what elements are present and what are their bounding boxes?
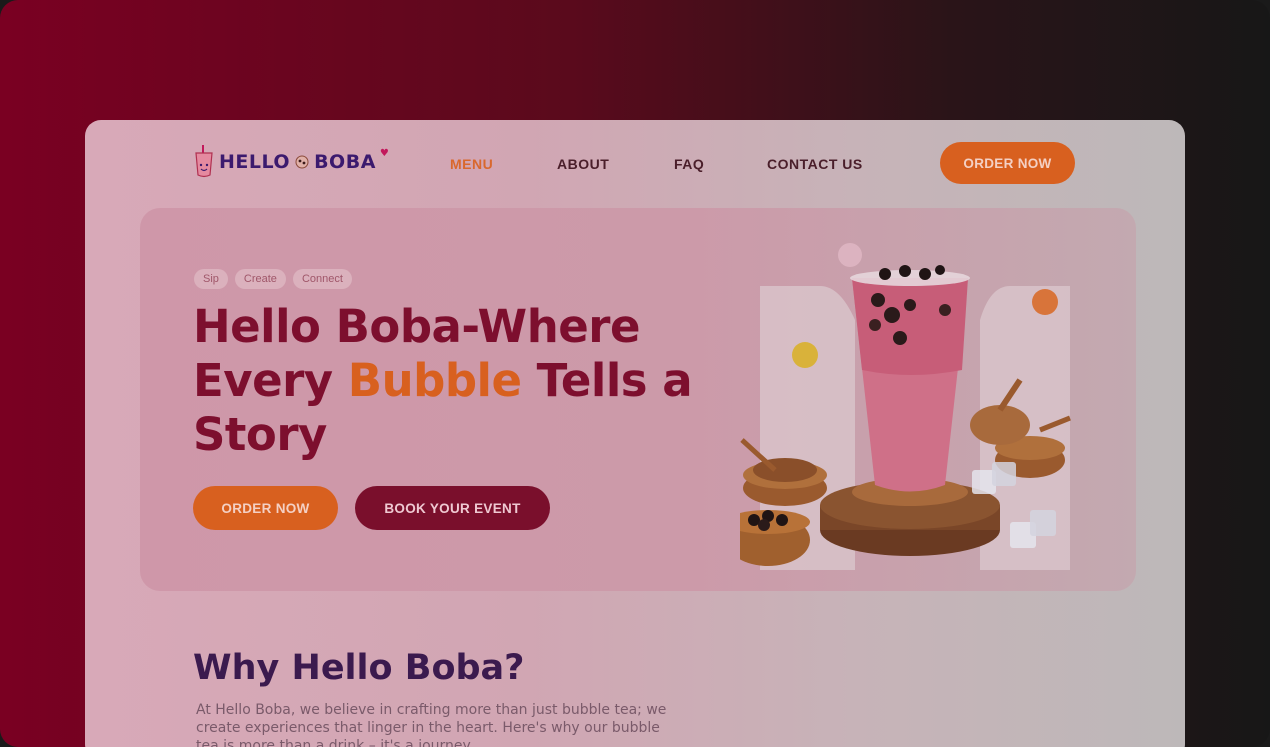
tag-connect: Connect — [292, 269, 352, 289]
heart-icon: ♥ — [379, 147, 389, 159]
tag-create: Create — [234, 269, 286, 289]
tag-sip: Sip — [194, 269, 228, 289]
why-title-bold: Hello Boba? — [291, 648, 525, 688]
boba-drink-illustration — [740, 243, 1071, 570]
why-section-title: Why Hello Boba? — [193, 648, 524, 688]
hero-tags: Sip Create Connect — [194, 269, 352, 289]
nav-contact-us[interactable]: CONTACT US — [767, 156, 863, 172]
brand-name-first: HELLO — [219, 151, 291, 173]
nav-about[interactable]: ABOUT — [557, 156, 609, 172]
hero-section: Sip Create Connect Hello Boba-Where Ever… — [140, 208, 1136, 591]
boba-pearl-icon — [295, 155, 309, 169]
hero-headline: Hello Boba-Where Every Bubble Tells a St… — [193, 300, 713, 462]
nav-faq[interactable]: FAQ — [674, 156, 704, 172]
book-your-event-button[interactable]: BOOK YOUR EVENT — [355, 486, 550, 530]
screenshot-frame: HELLO BOBA ♥ MENU ABOUT FAQ CONTACT US O… — [0, 0, 1270, 747]
why-section-body: At Hello Boba, we believe in crafting mo… — [196, 702, 667, 747]
top-navigation: HELLO BOBA ♥ MENU ABOUT FAQ CONTACT US O… — [85, 120, 1185, 208]
nav-menu[interactable]: MENU — [450, 156, 493, 172]
brand-name-second: BOBA — [314, 151, 376, 173]
brand-logo[interactable]: HELLO BOBA ♥ — [193, 142, 389, 182]
browser-window: HELLO BOBA ♥ MENU ABOUT FAQ CONTACT US O… — [85, 120, 1185, 747]
why-title-light: Why — [193, 648, 292, 688]
headline-accent: Bubble — [347, 354, 522, 407]
boba-cup-logo-icon — [195, 145, 213, 178]
header-order-now-button[interactable]: ORDER NOW — [940, 142, 1075, 184]
hero-order-now-button[interactable]: ORDER NOW — [193, 486, 338, 530]
